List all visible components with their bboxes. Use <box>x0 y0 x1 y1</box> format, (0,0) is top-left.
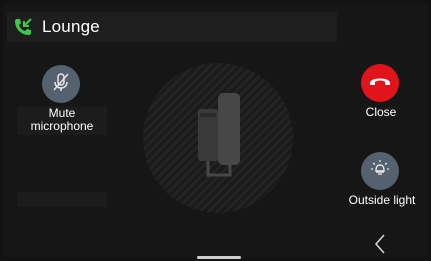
microphone-muted-icon <box>50 71 72 98</box>
mute-microphone-button[interactable] <box>42 65 80 103</box>
back-button[interactable] <box>369 232 391 258</box>
hang-up-icon <box>368 73 392 94</box>
outside-light-label: Outside light <box>348 193 416 207</box>
chevron-left-icon <box>374 233 386 259</box>
intercom-handset-icon <box>188 91 248 191</box>
page-title: Lounge <box>42 17 100 36</box>
mute-label-line2: microphone <box>30 119 94 133</box>
mute-label-line1: Mute <box>48 106 76 120</box>
outside-light-button[interactable] <box>361 152 399 190</box>
light-bulb-icon <box>369 158 391 185</box>
mute-microphone-label: Mute microphone <box>17 106 107 135</box>
close-call-button[interactable] <box>361 64 399 102</box>
status-strip <box>17 192 107 207</box>
call-header: Lounge <box>7 12 337 42</box>
call-incoming-icon <box>12 16 34 38</box>
close-label: Close <box>365 105 397 119</box>
call-screen: Lounge Mute microphone Close Outside lig… <box>3 3 428 258</box>
home-indicator[interactable] <box>197 256 241 259</box>
